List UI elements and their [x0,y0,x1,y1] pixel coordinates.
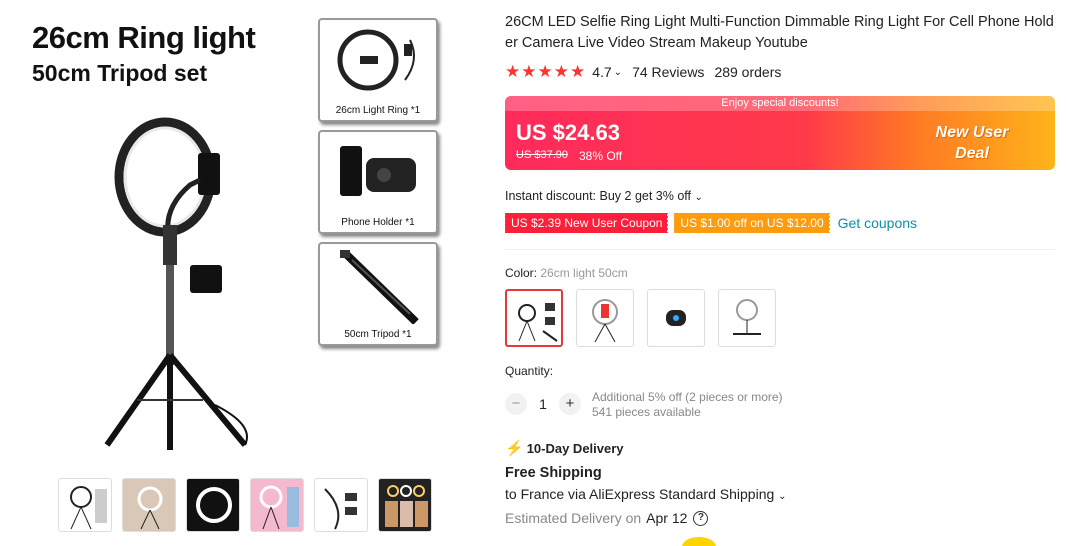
quantity-minus-button[interactable]: − [505,393,527,415]
thumbnail-2[interactable] [122,478,176,532]
color-swatch-3[interactable] [647,289,705,347]
thumbnail-1[interactable] [58,478,112,532]
orders-count: 289 orders [714,64,782,80]
color-swatch-1[interactable] [505,289,563,347]
free-shipping: Free Shipping [505,465,602,481]
selected-color-value: 26cm light 50cm [540,266,628,280]
delivery-badge-text: 10-Day Delivery [526,440,624,456]
part-card-phone-holder: Phone Holder *1 [318,130,438,234]
color-swatch-2[interactable] [576,289,634,347]
deal-badge-line1: New User [935,124,1009,141]
thumbnail-5[interactable] [314,478,368,532]
part-caption-light-ring: 26cm Light Ring *1 [335,105,421,116]
thumbnail-strip [58,478,432,532]
new-user-coupon[interactable]: US $2.39 New User Coupon [503,213,670,233]
banner-top-text: Enjoy special discounts! [505,96,1055,111]
quantity-stepper: − 1 + [505,393,581,415]
current-price: US $24.63 [516,120,620,145]
part-card-tripod: 50cm Tripod *1 [318,242,438,346]
part-card-light-ring: 26cm Light Ring *1 [318,18,438,122]
color-swatches [505,289,776,347]
estimated-delivery-label: Estimated Delivery on [505,510,642,526]
original-price: US $37.90 [516,149,568,161]
quantity-label: Quantity: [505,364,554,378]
ring-light-tripod-illustration [104,117,248,450]
phone-holder-icon [340,146,416,196]
color-label-text: Color: [505,266,538,280]
hero-title: 26cm Ring light [32,20,256,55]
product-title: 26CM LED Selfie Ring Light Multi-Functio… [505,14,1054,51]
thumbnail-3[interactable] [186,478,240,532]
reviews-link[interactable]: 74 Reviews [632,64,704,80]
thumbnail-6[interactable] [378,478,432,532]
thumbnail-4[interactable] [250,478,304,532]
get-coupons-link[interactable]: Get coupons [838,215,917,231]
coupon-row: US $2.39 New User Coupon US $1.00 off on… [503,213,917,233]
light-ring-icon [337,29,415,91]
rating-value[interactable]: 4.7 [592,64,611,80]
help-icon[interactable]: ? [693,510,709,526]
chevron-down-icon[interactable]: ⌄ [614,67,622,78]
discount-percent: 38% Off [579,149,623,163]
chevron-down-icon: ⌄ [778,491,787,502]
shipping-method-text: to France via AliExpress Standard Shippi… [505,486,775,502]
new-user-deal-badge: New User Deal [917,122,1027,164]
estimated-delivery: Estimated Delivery on Apr 12 ? [505,510,709,526]
estimated-delivery-date: Apr 12 [646,510,688,526]
divider [505,249,1055,250]
hero-subtitle: 50cm Tripod set [32,60,208,86]
stock-available: 541 pieces available [592,405,701,419]
star-rating-icon: ★★★★★ [505,62,587,81]
deal-badge-line2: Deal [955,145,989,162]
color-swatch-4[interactable] [718,289,776,347]
quantity-input[interactable]: 1 [527,396,559,412]
chevron-down-icon: ⌄ [694,192,703,203]
quantity-note: Additional 5% off (2 pieces or more) 541… [592,390,783,420]
floating-widget-edge[interactable] [682,537,716,546]
spend-coupon[interactable]: US $1.00 off on US $12.00 [673,213,831,233]
shipping-method[interactable]: to France via AliExpress Standard Shippi… [505,486,787,502]
bulk-discount-note: Additional 5% off (2 pieces or more) [592,390,783,404]
part-caption-phone-holder: Phone Holder *1 [341,217,415,228]
lightning-icon: ⚡ [505,440,524,457]
rating-row: ★★★★★ 4.7 ⌄ 74 Reviews 289 orders [505,62,781,82]
color-label: Color: 26cm light 50cm [505,266,628,280]
main-product-image[interactable]: 26cm Ring light 50cm Tripod set 26cm Lig… [0,0,470,470]
delivery-badge: ⚡ 10-Day Delivery [505,439,624,457]
instant-discount-text: Instant discount: Buy 2 get 3% off [505,189,691,203]
tripod-icon [340,250,419,325]
quantity-plus-button[interactable]: + [559,393,581,415]
deal-banner: Enjoy special discounts! US $24.63 US $3… [505,96,1055,170]
part-caption-tripod: 50cm Tripod *1 [344,329,412,340]
instant-discount[interactable]: Instant discount: Buy 2 get 3% off ⌄ [505,189,703,203]
